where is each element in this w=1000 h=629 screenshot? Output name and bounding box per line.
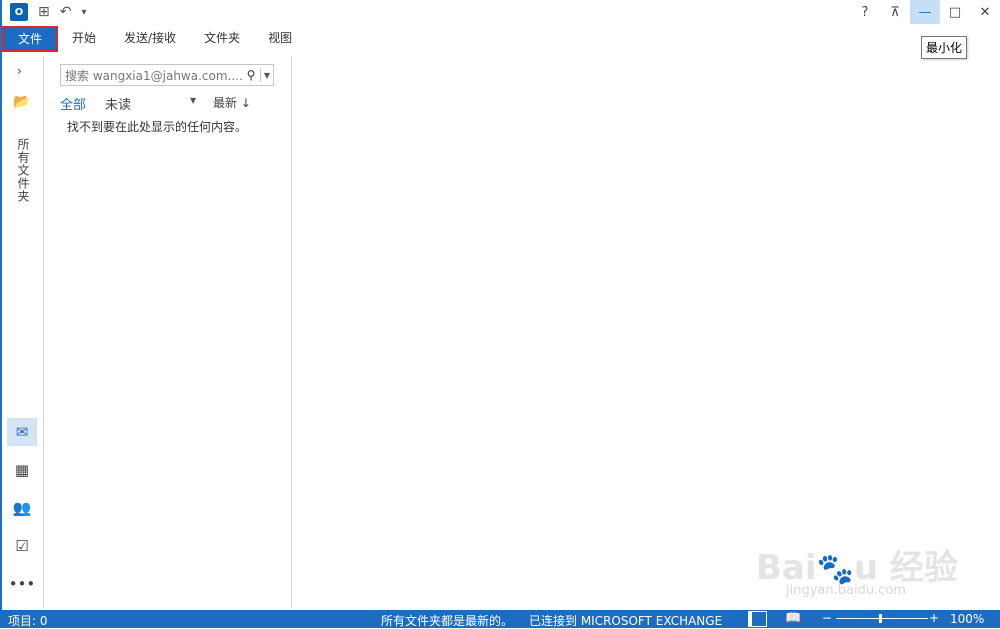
- search-box[interactable]: 搜索 wangxia1@jahwa.com.... ⚲ ▼: [60, 64, 274, 86]
- minimize-button[interactable]: —: [910, 0, 940, 24]
- filter-all[interactable]: 全部: [60, 94, 86, 113]
- folder-icon[interactable]: 📂: [13, 94, 30, 110]
- maximize-button[interactable]: □: [940, 0, 970, 24]
- people-icon[interactable]: 👥: [7, 494, 37, 522]
- baidu-watermark-url: jingyan.baidu.com: [786, 583, 906, 598]
- normal-view-icon[interactable]: [748, 611, 767, 627]
- status-bar: 项目: 0 所有文件夹都是最新的。 已连接到 MICROSOFT EXCHANG…: [0, 610, 1000, 628]
- search-icon[interactable]: ⚲: [242, 68, 260, 82]
- ribbon-display-options-button[interactable]: ⊼: [880, 0, 910, 24]
- tab-file[interactable]: 文件: [2, 26, 59, 52]
- all-folders-label[interactable]: 所有文件夹: [15, 138, 32, 203]
- folders-status: 所有文件夹都是最新的。: [381, 614, 514, 628]
- undo-icon[interactable]: ↶: [60, 4, 72, 20]
- help-button[interactable]: ?: [850, 0, 880, 24]
- calendar-icon[interactable]: ▦: [7, 456, 37, 484]
- module-switcher: ✉ ▦ 👥 ☑ •••: [2, 418, 43, 608]
- zoom-slider-thumb[interactable]: [879, 614, 882, 623]
- tasks-icon[interactable]: ☑: [7, 532, 37, 560]
- reading-pane: [292, 56, 1000, 608]
- filter-bar: 全部 未读 ▼ 最新 ↓: [60, 94, 272, 114]
- message-list-pane: 搜索 wangxia1@jahwa.com.... ⚲ ▼ 全部 未读 ▼ 最新…: [44, 56, 292, 608]
- search-input[interactable]: 搜索 wangxia1@jahwa.com....: [61, 67, 242, 84]
- empty-list-message: 找不到要在此处显示的任何内容。: [67, 120, 248, 134]
- connection-status[interactable]: 已连接到 MICROSOFT EXCHANGE: [529, 612, 722, 629]
- tab-folder[interactable]: 文件夹: [190, 26, 254, 50]
- close-button[interactable]: ✕: [970, 0, 1000, 24]
- outlook-app-icon[interactable]: O: [10, 3, 28, 21]
- items-count: 项目: 0: [8, 614, 48, 628]
- customize-qat-icon[interactable]: ▾: [81, 7, 86, 18]
- zoom-in-button[interactable]: +: [929, 611, 939, 625]
- search-scope-dropdown-icon[interactable]: ▼: [261, 71, 273, 80]
- navigation-pane: › 📂 所有文件夹 ✉ ▦ 👥 ☑ •••: [2, 56, 44, 608]
- tab-view[interactable]: 视图: [254, 26, 306, 50]
- more-modules-icon[interactable]: •••: [7, 570, 37, 598]
- zoom-out-button[interactable]: −: [822, 611, 832, 625]
- title-bar: O ⊞ ↶ ▾ ? ⊼ — □ ✕: [0, 0, 1000, 26]
- send-receive-all-icon[interactable]: ⊞: [38, 4, 50, 20]
- filter-unread[interactable]: 未读: [105, 94, 131, 113]
- reading-view-icon[interactable]: 📖: [785, 611, 801, 626]
- quick-access-toolbar: O ⊞ ↶ ▾: [10, 3, 87, 21]
- tab-home[interactable]: 开始: [58, 26, 110, 50]
- baidu-watermark-logo: Bai🐾u 经验: [756, 548, 958, 588]
- ribbon-tabs: 文件 开始 发送/接收 文件夹 视图: [0, 26, 306, 52]
- sort-newest[interactable]: 最新 ↓: [213, 94, 251, 111]
- tab-send-receive[interactable]: 发送/接收: [110, 26, 190, 50]
- zoom-slider-track[interactable]: [836, 618, 928, 619]
- mail-icon[interactable]: ✉: [7, 418, 37, 446]
- filter-dropdown-icon[interactable]: ▼: [190, 96, 196, 105]
- expand-folder-pane-icon[interactable]: ›: [17, 64, 22, 78]
- zoom-level[interactable]: 100%: [950, 612, 984, 626]
- window-controls: ? ⊼ — □ ✕: [850, 0, 1000, 24]
